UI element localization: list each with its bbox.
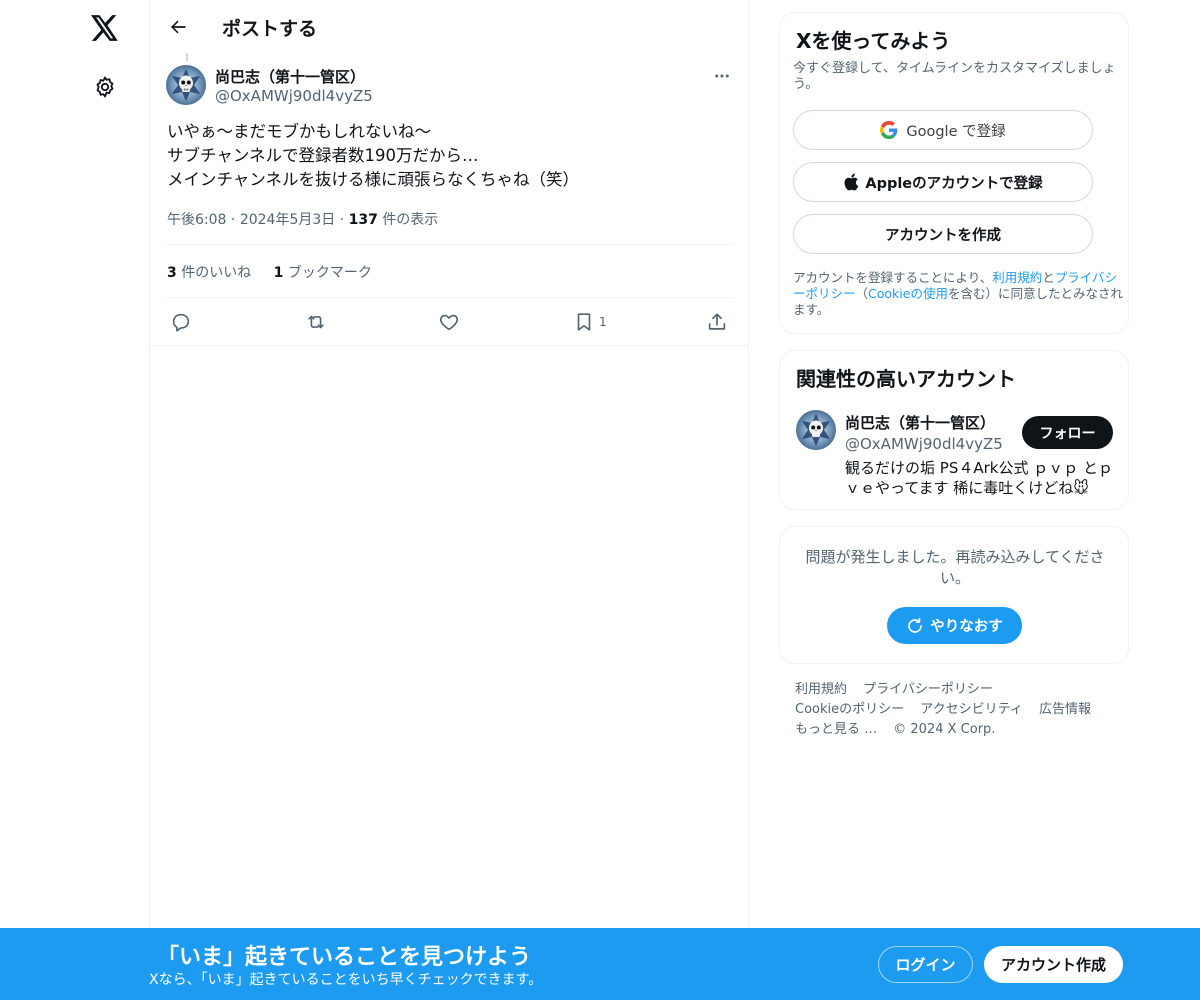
legal-and: と (1042, 270, 1055, 285)
bookmarks-count: 1 (273, 265, 284, 281)
divider (166, 244, 734, 245)
related-accounts-card: 関連性の高いアカウント 尚巴志（第十一管区） @OxAMWj90dl4vyZ5 … (779, 350, 1129, 510)
bookmark-action-count: 1 (599, 315, 607, 329)
signup-button[interactable]: アカウント作成 (984, 946, 1123, 983)
post-date[interactable]: 2024年5月3日 (240, 212, 335, 228)
apple-logo-icon (843, 173, 859, 191)
x-logo-icon[interactable] (87, 10, 123, 46)
share-icon (708, 313, 726, 330)
related-account-handle[interactable]: @OxAMWj90dl4vyZ5 (845, 435, 1003, 453)
repost-button[interactable] (304, 308, 328, 336)
page-title: ポストする (222, 18, 318, 40)
google-signup-button[interactable]: Google で登録 (793, 110, 1093, 150)
retry-label: やりなおす (930, 619, 1003, 635)
error-message: 問題が発生しました。再読み込みしてください。 (805, 548, 1105, 587)
apple-signup-button[interactable]: Appleのアカウントで登録 (793, 162, 1093, 202)
footer-privacy-link[interactable]: プライバシーポリシー (863, 682, 993, 697)
post-text-line: メインチャンネルを抜ける様に頑張らなくちゃね（笑） (167, 170, 580, 189)
legal-paren: （ (855, 286, 869, 301)
meta-separator: · (230, 212, 240, 228)
avatar[interactable] (166, 65, 206, 105)
bottom-bar-subtitle: Xなら、「いま」起きていることをいち早くチェックできます。 (149, 972, 543, 988)
back-button[interactable] (162, 11, 194, 43)
bottom-bar-title: 「いま」起きていることを見つけよう (157, 945, 532, 970)
divider (166, 297, 734, 298)
left-navigation (0, 0, 150, 1000)
gear-icon[interactable] (88, 70, 122, 104)
post-stats: 3 件のいいね 1 ブックマーク (167, 262, 390, 282)
avatar[interactable] (796, 410, 836, 450)
meta-separator: · (339, 212, 349, 228)
apple-signup-label: Appleのアカウントで登録 (865, 175, 1043, 192)
post-text: いやぁ〜まだモブかもしれないね〜 サブチャンネルで登録者数190万だから… メイ… (167, 120, 737, 192)
bookmarks-stat[interactable]: 1 ブックマーク (274, 265, 372, 281)
footer-accessibility-link[interactable]: アクセシビリティ (920, 702, 1023, 717)
arrow-left-icon (171, 20, 186, 34)
footer-cookie-link[interactable]: Cookieのポリシー (795, 702, 904, 717)
post-author-handle[interactable]: @OxAMWj90dl4vyZ5 (215, 87, 373, 105)
bookmark-button[interactable]: 1 (573, 308, 607, 336)
signup-card-title: Xを使ってみよう (796, 29, 951, 53)
footer-links: 利用規約 プライバシーポリシー Cookieのポリシー アクセシビリティ 広告情… (795, 680, 1125, 740)
likes-stat[interactable]: 3 件のいいね (167, 265, 251, 281)
signup-card: Xを使ってみよう 今すぐ登録して、タイムラインをカスタマイズしましょう。 Goo… (779, 12, 1129, 334)
reply-button[interactable] (170, 308, 192, 336)
divider (150, 345, 748, 346)
more-dots-icon (715, 74, 729, 78)
bookmarks-label: ブックマーク (287, 265, 372, 281)
share-button[interactable] (706, 308, 728, 336)
cookie-link[interactable]: Cookieの使用 (868, 286, 948, 301)
legal-prefix: アカウントを登録することにより、 (793, 270, 993, 285)
repost-icon (308, 315, 324, 329)
google-signup-label: Google で登録 (906, 123, 1006, 140)
related-accounts-title: 関連性の高いアカウント (796, 367, 1016, 391)
post-text-line: サブチャンネルで登録者数190万だから… (167, 146, 479, 165)
views-count: 137 (348, 212, 378, 228)
signup-card-subtitle: 今すぐ登録して、タイムラインをカスタマイズしましょう。 (793, 61, 1116, 92)
post-author-name[interactable]: 尚巴志（第十一管区） (215, 66, 365, 87)
footer-ads-link[interactable]: 広告情報 (1039, 702, 1091, 717)
terms-link[interactable]: 利用規約 (992, 270, 1042, 285)
like-button[interactable] (438, 308, 460, 336)
post-text-line: いやぁ〜まだモブかもしれないね〜 (167, 122, 431, 141)
refresh-icon (908, 617, 923, 633)
footer-terms-link[interactable]: 利用規約 (795, 682, 847, 697)
follow-button[interactable]: フォロー (1022, 416, 1113, 449)
likes-count: 3 (167, 265, 177, 281)
post-actions: 1 (150, 308, 748, 336)
heart-icon (439, 314, 459, 331)
likes-label: 件のいいね (181, 265, 252, 281)
related-account-bio: 観るだけの垢 PS４Ark公式 ｐｖｐ とｐｖｅやってます 稀に毒吐くけどね🐭 (845, 459, 1113, 497)
related-account-name[interactable]: 尚巴志（第十一管区） (845, 412, 995, 433)
create-account-button[interactable]: アカウントを作成 (793, 214, 1093, 254)
reply-icon (172, 313, 190, 332)
footer-copyright: © 2024 X Corp. (893, 722, 996, 737)
google-logo-icon (880, 121, 898, 139)
login-button[interactable]: ログイン (878, 946, 973, 983)
views-label: 件の表示 (382, 212, 439, 228)
skull-avatar-icon (802, 414, 830, 446)
main-column: ポストする 尚巴志（第十一管区） @OxAMWj90dl4vyZ5 いやぁ〜まだ… (149, 0, 749, 1000)
create-account-label: アカウントを作成 (885, 227, 1001, 244)
retry-button[interactable]: やりなおす (887, 607, 1022, 644)
page-header: ポストする (150, 0, 748, 53)
signup-legal-text: アカウントを登録することにより、利用規約とプライバシーポリシー（Cookieの使… (793, 270, 1123, 318)
thread-line (186, 53, 188, 61)
more-options-button[interactable] (710, 64, 734, 88)
post-time[interactable]: 午後6:08 (167, 212, 226, 228)
bookmark-icon (577, 313, 591, 331)
post-meta: 午後6:08 · 2024年5月3日 · 137 件の表示 (167, 209, 438, 229)
skull-avatar-icon (172, 69, 200, 101)
error-card: 問題が発生しました。再読み込みしてください。 やりなおす (779, 526, 1129, 664)
footer-more-link[interactable]: もっと見る … (795, 722, 877, 737)
signup-bottom-bar: 「いま」起きていることを見つけよう Xなら、「いま」起きていることをいち早くチェ… (0, 928, 1200, 1000)
